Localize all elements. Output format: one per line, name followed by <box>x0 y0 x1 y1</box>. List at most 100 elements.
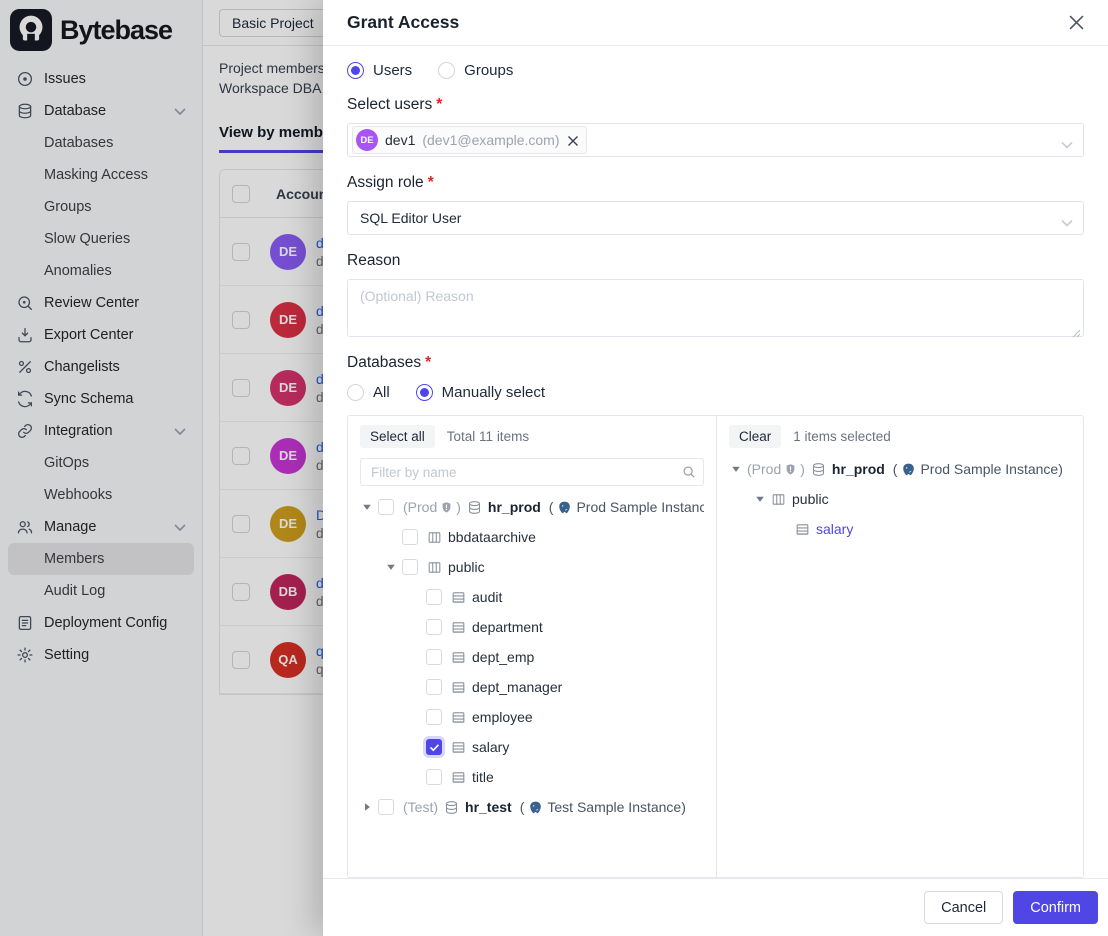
tree-node-dept-manager[interactable]: dept_manager <box>360 672 704 702</box>
reason-label: Reason <box>347 252 1084 270</box>
modal-footer: Cancel Confirm <box>323 878 1108 936</box>
tree-node-public[interactable]: public <box>729 484 1071 514</box>
user-name: dev1 <box>385 132 415 148</box>
table-name: dept_manager <box>472 679 562 695</box>
caret-down-icon[interactable] <box>362 502 378 512</box>
tree-node-department[interactable]: department <box>360 612 704 642</box>
database-name: hr_prod <box>832 461 885 477</box>
caret-right-icon[interactable] <box>362 802 378 812</box>
user-avatar: DE <box>356 129 378 151</box>
tree-checkbox[interactable] <box>378 799 394 815</box>
instance-tag: (Test Sample Instance) <box>520 799 686 815</box>
selected-user-chip: DE dev1 (dev1@example.com) <box>352 126 587 154</box>
instance-tag: (Prod Sample Instance) <box>549 499 704 515</box>
selected-count-text: 1 items selected <box>793 429 891 444</box>
select-users-field[interactable]: DE dev1 (dev1@example.com) <box>347 123 1084 157</box>
select-all-button[interactable]: Select all <box>360 425 435 448</box>
table-icon <box>451 710 466 725</box>
chevron-down-icon <box>1061 136 1073 144</box>
radio-manually-select-control[interactable] <box>416 384 433 401</box>
modal-title: Grant Access <box>347 12 459 33</box>
tree-checkbox[interactable] <box>426 679 442 695</box>
tree-checkbox[interactable] <box>426 649 442 665</box>
table-icon <box>451 650 466 665</box>
select-users-label: Select users* <box>347 96 1084 114</box>
assign-role-value: SQL Editor User <box>352 210 461 226</box>
tree-node-salary[interactable]: salary <box>729 514 1071 544</box>
tree-database-icon <box>444 800 459 815</box>
schema-name: public <box>448 559 485 575</box>
tree-checkbox[interactable] <box>426 739 442 755</box>
tree-checkbox[interactable] <box>426 709 442 725</box>
caret-spacer <box>410 592 426 602</box>
remove-user-icon[interactable] <box>567 134 579 146</box>
table-icon <box>451 770 466 785</box>
tree-node-hr-prod[interactable]: (Prod)hr_prod(Prod Sample Instance) <box>729 454 1071 484</box>
radio-all[interactable]: All <box>347 384 390 401</box>
tree-node-hr-test[interactable]: (Test)hr_test(Test Sample Instance) <box>360 792 704 822</box>
tree-checkbox[interactable] <box>402 559 418 575</box>
environment-tag: (Test) <box>403 799 438 815</box>
close-icon[interactable] <box>1066 13 1086 33</box>
databases-mode-radios: All Manually select <box>347 384 1084 401</box>
radio-groups[interactable]: Groups <box>438 62 513 79</box>
tree-node-hr-prod[interactable]: (Prod)hr_prod(Prod Sample Instance) <box>360 492 704 522</box>
app-screen: Bytebase IssuesDatabaseDatabasesMasking … <box>0 0 1108 936</box>
tree-node-audit[interactable]: audit <box>360 582 704 612</box>
tree-node-title[interactable]: title <box>360 762 704 792</box>
tree-node-bbdataarchive[interactable]: bbdataarchive <box>360 522 704 552</box>
radio-manually-select[interactable]: Manually select <box>416 384 545 401</box>
caret-down-icon[interactable] <box>386 562 402 572</box>
tree-checkbox[interactable] <box>378 499 394 515</box>
tree-node-employee[interactable]: employee <box>360 702 704 732</box>
radio-users-label: Users <box>373 62 412 79</box>
caret-spacer <box>410 682 426 692</box>
tree-source-panel: Select all Total 11 items (Prod)hr_prod(… <box>348 416 717 877</box>
cancel-button[interactable]: Cancel <box>924 891 1003 924</box>
environment-tag: (Prod) <box>403 499 461 515</box>
tree-node-public[interactable]: public <box>360 552 704 582</box>
modal-header: Grant Access <box>323 0 1108 46</box>
caret-spacer <box>410 742 426 752</box>
radio-all-control[interactable] <box>347 384 364 401</box>
radio-groups-control[interactable] <box>438 62 455 79</box>
caret-spacer <box>410 622 426 632</box>
tree-node-salary[interactable]: salary <box>360 732 704 762</box>
total-items-text: Total 11 items <box>447 429 529 444</box>
radio-all-label: All <box>373 384 390 401</box>
schema-name: public <box>792 491 829 507</box>
tree-selected-header: Clear 1 items selected <box>729 425 1071 448</box>
table-name: title <box>472 769 494 785</box>
caret-down-icon[interactable] <box>731 464 747 474</box>
schema-icon <box>427 530 442 545</box>
tree-checkbox[interactable] <box>426 589 442 605</box>
radio-users-control[interactable] <box>347 62 364 79</box>
tree-checkbox[interactable] <box>426 619 442 635</box>
search-icon <box>682 465 696 479</box>
filter-input[interactable] <box>360 458 704 486</box>
table-name: department <box>472 619 543 635</box>
tree-node-dept-emp[interactable]: dept_emp <box>360 642 704 672</box>
reason-textarea[interactable] <box>348 280 1083 336</box>
radio-users[interactable]: Users <box>347 62 412 79</box>
confirm-button[interactable]: Confirm <box>1013 891 1098 924</box>
table-icon <box>451 680 466 695</box>
radio-manually-select-label: Manually select <box>442 384 545 401</box>
assign-role-select[interactable]: SQL Editor User <box>347 201 1084 235</box>
caret-spacer <box>386 532 402 542</box>
source-tree: (Prod)hr_prod(Prod Sample Instance)bbdat… <box>360 492 704 822</box>
radio-groups-label: Groups <box>464 62 513 79</box>
modal-body: Users Groups Select users* DE dev1 (dev1… <box>323 46 1108 878</box>
caret-down-icon[interactable] <box>755 494 771 504</box>
clear-button[interactable]: Clear <box>729 425 781 448</box>
database-tree-selector: Select all Total 11 items (Prod)hr_prod(… <box>347 415 1084 878</box>
principal-type-radios: Users Groups <box>347 62 1084 79</box>
table-icon <box>451 590 466 605</box>
tree-checkbox[interactable] <box>426 769 442 785</box>
tree-checkbox[interactable] <box>402 529 418 545</box>
chevron-down-icon <box>1061 214 1073 222</box>
caret-spacer <box>410 772 426 782</box>
table-icon <box>451 740 466 755</box>
caret-spacer <box>410 712 426 722</box>
filter-field <box>360 458 704 486</box>
